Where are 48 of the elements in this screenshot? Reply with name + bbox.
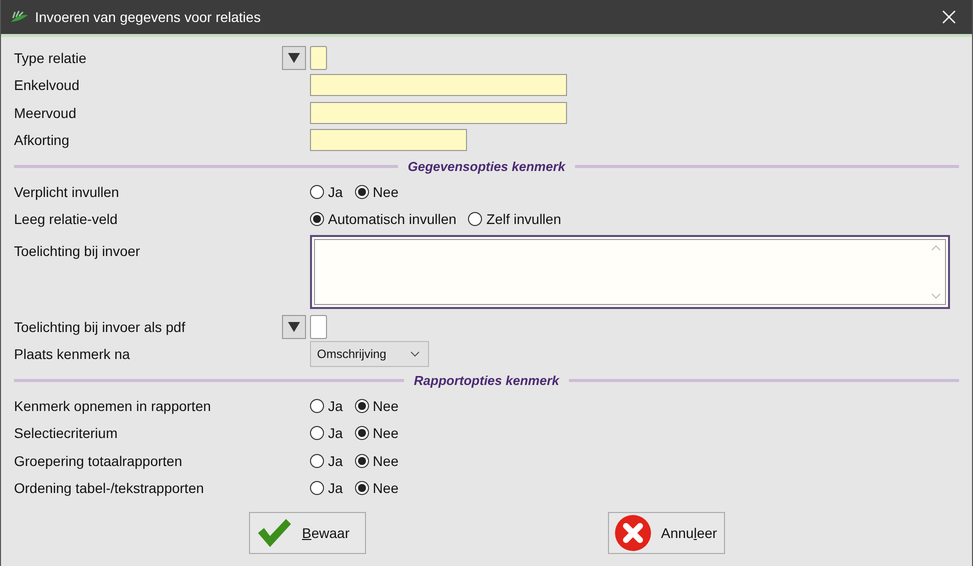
section-heading: Rapportopties kenmerk [414, 372, 560, 388]
field-label: Groepering totaalrapporten [14, 452, 184, 469]
input-field[interactable] [310, 129, 467, 152]
input-field[interactable] [310, 102, 567, 124]
field-label: Meervoud [14, 104, 78, 121]
save-button[interactable]: Bewaar [249, 512, 366, 554]
scroll-down-icon[interactable] [931, 293, 941, 299]
triangle-down-icon [288, 52, 300, 63]
radio-option[interactable]: Ja [310, 398, 343, 414]
leaf-icon [9, 10, 29, 24]
radio-option[interactable]: Ja [310, 184, 343, 200]
field-label: Type relatie [14, 50, 88, 66]
field-label: Toelichting bij invoer als pdf [14, 318, 186, 335]
radio-option[interactable]: Nee [354, 425, 398, 442]
radio-option[interactable]: Nee [354, 398, 398, 414]
input-field[interactable] [310, 74, 567, 96]
cancel-button[interactable]: Annuleer [608, 512, 725, 554]
field-label: Kenmerk opnemen in rapporten [14, 398, 212, 414]
radio-option[interactable]: Nee [354, 184, 398, 200]
radio-option[interactable]: Ja [310, 425, 343, 442]
field-label: Plaats kenmerk na [14, 346, 131, 362]
text-area[interactable] [310, 235, 950, 309]
scroll-up-icon[interactable] [931, 245, 941, 251]
dropdown-button[interactable] [282, 46, 306, 70]
dropdown-button[interactable] [282, 314, 306, 339]
radio-option[interactable]: Ja [310, 452, 343, 469]
field-label: Toelichting bij invoer [14, 243, 142, 259]
field-label: Leeg relatie-veld [14, 211, 119, 228]
field-label: Ordening tabel-/tekstrapporten [14, 480, 205, 496]
radio-option[interactable]: Ja [310, 480, 343, 496]
input-field[interactable] [310, 314, 327, 339]
field-label: Selectiecriterium [14, 425, 118, 442]
select-dropdown[interactable]: Omschrijving [310, 341, 429, 368]
radio-option[interactable]: Nee [354, 452, 398, 469]
radio-option[interactable]: Automatisch invullen [310, 211, 456, 228]
section-heading: Gegevensopties kenmerk [408, 158, 566, 174]
radio-option[interactable]: Zelf invullen [468, 211, 562, 228]
window-title: Invoeren van gegevens voor relaties [35, 9, 262, 25]
checkmark-icon [256, 518, 292, 548]
field-label: Enkelvoud [14, 77, 80, 94]
input-field[interactable] [310, 46, 327, 70]
close-icon[interactable] [942, 10, 956, 24]
cancel-icon [615, 515, 651, 551]
field-label: Afkorting [14, 132, 70, 148]
radio-option[interactable]: Nee [354, 480, 398, 496]
field-label: Verplicht invullen [14, 184, 120, 200]
chevron-down-icon [410, 351, 420, 358]
triangle-down-icon [288, 322, 300, 332]
